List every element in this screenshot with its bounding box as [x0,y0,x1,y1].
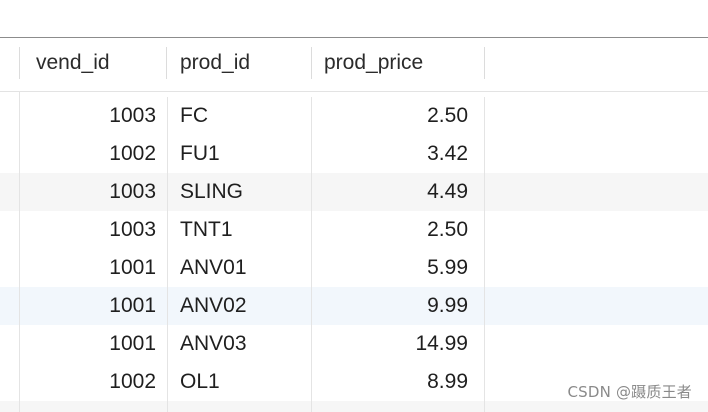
column-divider [484,97,485,412]
cell-prod-id[interactable]: FU1 [167,135,312,173]
column-header-prod-id[interactable]: prod_id [167,47,312,79]
row-number-header [0,47,20,79]
cell-prod-price[interactable]: 3.42 [312,135,485,173]
cell-prod-id[interactable]: TNT1 [167,211,312,249]
column-header-prod-price[interactable]: prod_price [312,47,485,79]
cell-prod-price[interactable]: 4.49 [312,173,485,211]
cell-prod-price[interactable]: 8.99 [312,363,485,401]
cell-prod-price[interactable]: 9.99 [312,287,485,325]
query-toolbar [0,0,708,38]
table-row[interactable]: 1001 ANV03 14.99 [0,325,708,363]
cell-vend-id[interactable]: 1003 [20,211,167,249]
table-row[interactable]: 1002 FU1 3.42 [0,135,708,173]
cell-prod-id[interactable]: OL1 [167,363,312,401]
cell-vend-id[interactable]: 1003 [20,173,167,211]
column-divider [311,97,312,412]
table-row-partial [0,401,708,412]
cell-vend-id[interactable]: 1001 [20,249,167,287]
cell-prod-price[interactable]: 5.99 [312,249,485,287]
result-grid: vend_id prod_id prod_price 1003 FC 2.50 … [0,38,708,412]
table-row[interactable]: 1001 ANV01 5.99 [0,249,708,287]
cell-prod-id[interactable]: SLING [167,173,312,211]
cell-vend-id[interactable]: 1002 [20,135,167,173]
grid-body: 1003 FC 2.50 1002 FU1 3.42 1003 SLING 4.… [0,97,708,412]
column-divider [19,91,20,412]
cell-prod-id[interactable]: FC [167,97,312,135]
cell-vend-id[interactable]: 1003 [20,97,167,135]
cell-prod-price[interactable]: 14.99 [312,325,485,363]
result-viewport: vend_id prod_id prod_price 1003 FC 2.50 … [0,0,708,412]
cell-prod-price[interactable]: 2.50 [312,211,485,249]
cell-prod-id[interactable]: ANV01 [167,249,312,287]
watermark: CSDN @蹑质王者 [567,383,692,401]
cell-prod-id[interactable]: ANV03 [167,325,312,363]
table-row[interactable]: 1001 ANV02 9.99 [0,287,708,325]
grid-header: vend_id prod_id prod_price [0,38,708,92]
cell-prod-id[interactable]: ANV02 [167,287,312,325]
cell-vend-id[interactable]: 1002 [20,363,167,401]
cell-prod-price[interactable]: 2.50 [312,97,485,135]
cell-vend-id[interactable]: 1001 [20,287,167,325]
table-row[interactable]: 1003 TNT1 2.50 [0,211,708,249]
column-divider [167,97,168,412]
column-header-vend-id[interactable]: vend_id [20,47,167,79]
cell-vend-id[interactable]: 1001 [20,325,167,363]
table-row[interactable]: 1003 SLING 4.49 [0,173,708,211]
table-row[interactable]: 1003 FC 2.50 [0,97,708,135]
